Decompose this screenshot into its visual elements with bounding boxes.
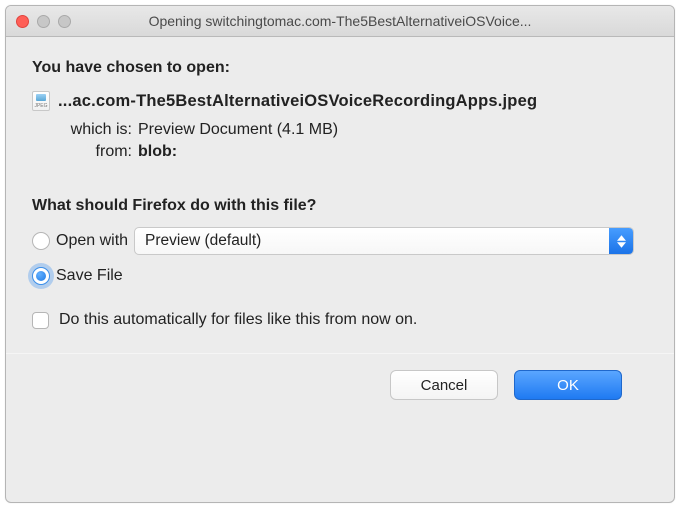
- file-type-icon: JPEG: [32, 91, 50, 111]
- titlebar: Opening switchingtomac.com-The5BestAlter…: [6, 6, 674, 37]
- minimize-window-button[interactable]: [37, 15, 50, 28]
- which-is-value: Preview Document (4.1 MB): [138, 121, 338, 139]
- action-heading: What should Firefox do with this file?: [32, 197, 648, 215]
- from-label: from:: [58, 143, 132, 161]
- close-window-button[interactable]: [16, 15, 29, 28]
- file-meta: which is: Preview Document (4.1 MB) from…: [58, 121, 648, 165]
- save-file-radio[interactable]: [32, 267, 50, 285]
- auto-checkbox-row[interactable]: Do this automatically for files like thi…: [32, 311, 648, 329]
- dialog-footer: Cancel OK: [32, 354, 648, 400]
- auto-checkbox[interactable]: [32, 312, 49, 329]
- window-title: Opening switchingtomac.com-The5BestAlter…: [16, 13, 664, 29]
- open-with-app-value: Preview (default): [135, 232, 609, 250]
- chosen-heading: You have chosen to open:: [32, 59, 648, 77]
- from-value: blob:: [138, 143, 177, 161]
- file-row: JPEG ...ac.com-The5BestAlternativeiOSVoi…: [32, 91, 648, 111]
- open-with-option[interactable]: Open with Preview (default): [32, 227, 648, 255]
- file-name: ...ac.com-The5BestAlternativeiOSVoiceRec…: [58, 92, 537, 111]
- open-with-app-select[interactable]: Preview (default): [134, 227, 634, 255]
- select-arrows-icon: [609, 228, 633, 254]
- which-is-label: which is:: [58, 121, 132, 139]
- open-with-radio[interactable]: [32, 232, 50, 250]
- open-with-label: Open with: [56, 232, 128, 250]
- save-file-label: Save File: [56, 267, 123, 285]
- save-file-option[interactable]: Save File: [32, 267, 648, 285]
- file-icon-tag: JPEG: [34, 103, 47, 109]
- dialog-body: You have chosen to open: JPEG ...ac.com-…: [6, 37, 674, 502]
- cancel-button[interactable]: Cancel: [390, 370, 498, 400]
- ok-button[interactable]: OK: [514, 370, 622, 400]
- traffic-lights: [16, 15, 71, 28]
- download-dialog: Opening switchingtomac.com-The5BestAlter…: [5, 5, 675, 503]
- maximize-window-button[interactable]: [58, 15, 71, 28]
- auto-checkbox-label: Do this automatically for files like thi…: [59, 311, 417, 329]
